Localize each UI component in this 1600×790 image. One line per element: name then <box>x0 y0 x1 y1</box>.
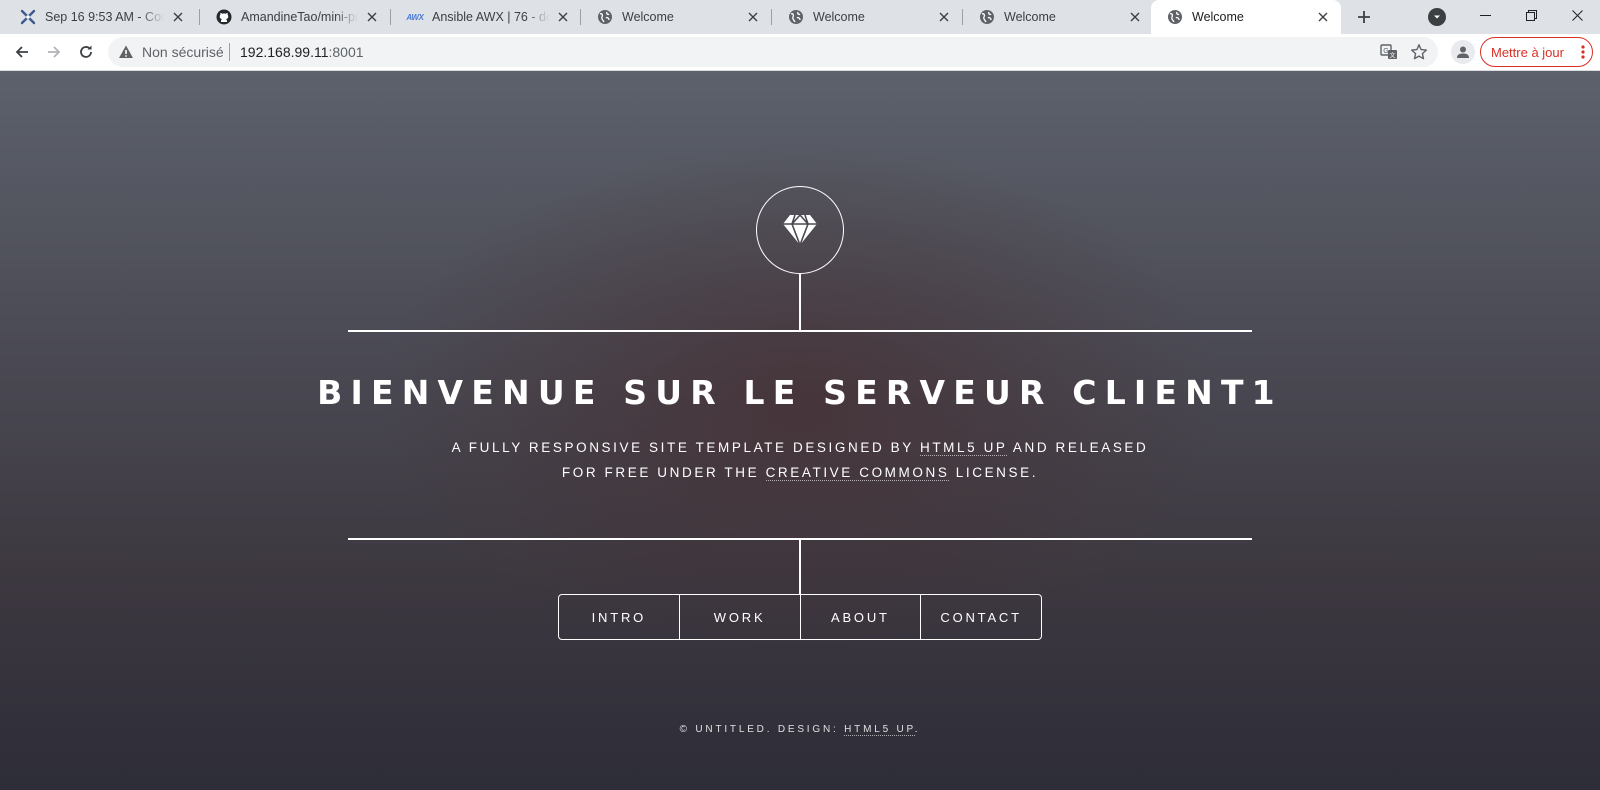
globe-icon <box>597 9 613 25</box>
close-tab-icon[interactable] <box>1315 9 1331 25</box>
github-icon <box>216 9 232 25</box>
svg-text:文: 文 <box>1389 52 1395 60</box>
html5up-link[interactable]: HTML5 UP <box>919 440 1008 456</box>
tab-title: Welcome <box>622 10 674 24</box>
address-bar[interactable]: Non sécurisé 192.168.99.11:8001 G文 <box>108 37 1438 67</box>
close-tab-icon[interactable] <box>170 9 186 25</box>
subtitle-text: FOR FREE UNDER THE <box>561 465 766 480</box>
nav-contact[interactable]: CONTACT <box>920 595 1041 639</box>
footer-text: © UNTITLED. DESIGN: <box>679 724 845 735</box>
profile-button[interactable] <box>1451 40 1475 64</box>
nav-intro[interactable]: INTRO <box>559 595 679 639</box>
nav-work[interactable]: WORK <box>678 595 800 639</box>
creative-commons-link[interactable]: CREATIVE COMMONS <box>765 465 950 481</box>
close-tab-icon[interactable] <box>364 9 380 25</box>
tab-codeshare[interactable]: Sep 16 9:53 AM - Codes <box>4 0 196 34</box>
subtitle-text: A FULLY RESPONSIVE SITE TEMPLATE DESIGNE… <box>451 440 920 455</box>
translate-icon[interactable]: G文 <box>1380 43 1398 61</box>
subtitle-text: LICENSE. <box>949 465 1039 480</box>
tab-github[interactable]: AmandineTao/mini-proje <box>200 0 390 34</box>
close-tab-icon[interactable] <box>745 9 761 25</box>
tab-title: AmandineTao/mini-proje <box>241 10 358 24</box>
tab-title: Sep 16 9:53 AM - Codes <box>45 10 164 24</box>
minimize-icon <box>1479 14 1491 16</box>
tab-welcome-3[interactable]: Welcome <box>963 0 1153 34</box>
diamond-icon <box>783 214 817 246</box>
close-window-button[interactable] <box>1554 0 1600 30</box>
connector-line-bottom <box>799 539 801 594</box>
tab-welcome-2[interactable]: Welcome <box>772 0 962 34</box>
minimize-button[interactable] <box>1462 0 1508 30</box>
warning-icon <box>119 45 133 58</box>
restore-icon <box>1525 9 1537 21</box>
connector-line-top <box>799 274 801 330</box>
divider-top <box>348 330 1252 332</box>
close-tab-icon[interactable] <box>936 9 952 25</box>
tab-title: Welcome <box>813 10 865 24</box>
restore-button[interactable] <box>1508 0 1554 30</box>
close-tab-icon[interactable] <box>555 9 571 25</box>
reload-button[interactable] <box>73 39 99 65</box>
nav-about[interactable]: ABOUT <box>799 595 921 639</box>
tab-strip: Sep 16 9:53 AM - Codes AmandineTao/mini-… <box>0 0 1600 34</box>
reload-icon <box>80 45 92 58</box>
arrow-left-icon <box>15 46 28 58</box>
address-divider <box>229 43 230 61</box>
tab-ansible-awx[interactable]: AWX Ansible AWX | 76 - deplo <box>391 0 581 34</box>
new-tab-button[interactable] <box>1352 5 1376 29</box>
tab-search-button[interactable] <box>1428 8 1446 26</box>
logo <box>756 186 844 274</box>
tab-title: Ansible AWX | 76 - deplo <box>432 10 549 24</box>
forward-button[interactable] <box>41 39 67 65</box>
footer-html5up-link[interactable]: HTML5 UP <box>844 724 915 736</box>
close-tab-icon[interactable] <box>1127 9 1143 25</box>
browser-toolbar: Non sécurisé 192.168.99.11:8001 G文 Mettr… <box>0 34 1600 71</box>
tab-welcome-active[interactable]: Welcome <box>1151 0 1341 34</box>
close-icon <box>1571 9 1583 21</box>
tab-welcome-1[interactable]: Welcome <box>581 0 771 34</box>
url-port: :8001 <box>328 44 364 60</box>
awx-icon: AWX <box>406 12 424 22</box>
subtitle-text: AND RELEASED <box>1007 440 1149 455</box>
arrow-right-icon <box>48 46 61 58</box>
globe-icon <box>788 9 804 25</box>
tab-title: Welcome <box>1192 10 1244 24</box>
main-nav: INTRO WORK ABOUT CONTACT <box>558 594 1042 640</box>
plus-icon <box>1358 11 1370 23</box>
svg-text:G: G <box>1383 48 1388 55</box>
footer-end: . <box>914 724 921 735</box>
globe-icon <box>979 9 995 25</box>
page-footer: © UNTITLED. DESIGN: HTML5 UP. <box>0 724 1600 736</box>
update-label: Mettre à jour <box>1491 44 1564 60</box>
bookmark-star-icon[interactable] <box>1410 43 1428 61</box>
codeshare-icon <box>20 9 36 25</box>
page-title: BIENVENUE SUR LE SERVEUR CLIENT1 <box>317 373 1283 412</box>
page-subtitle: A FULLY RESPONSIVE SITE TEMPLATE DESIGNE… <box>0 435 1600 485</box>
url-host: 192.168.99.11 <box>240 44 329 60</box>
back-button[interactable] <box>9 39 35 65</box>
page-content: BIENVENUE SUR LE SERVEUR CLIENT1 A FULLY… <box>0 71 1600 790</box>
url-text[interactable]: 192.168.99.11:8001 <box>240 44 364 60</box>
more-vert-icon <box>1581 45 1585 59</box>
update-button[interactable]: Mettre à jour <box>1480 37 1593 67</box>
globe-icon <box>1167 9 1183 25</box>
avatar-icon <box>1457 46 1469 58</box>
security-label[interactable]: Non sécurisé <box>142 44 224 60</box>
tab-title: Welcome <box>1004 10 1056 24</box>
chevron-down-icon <box>1434 15 1440 19</box>
